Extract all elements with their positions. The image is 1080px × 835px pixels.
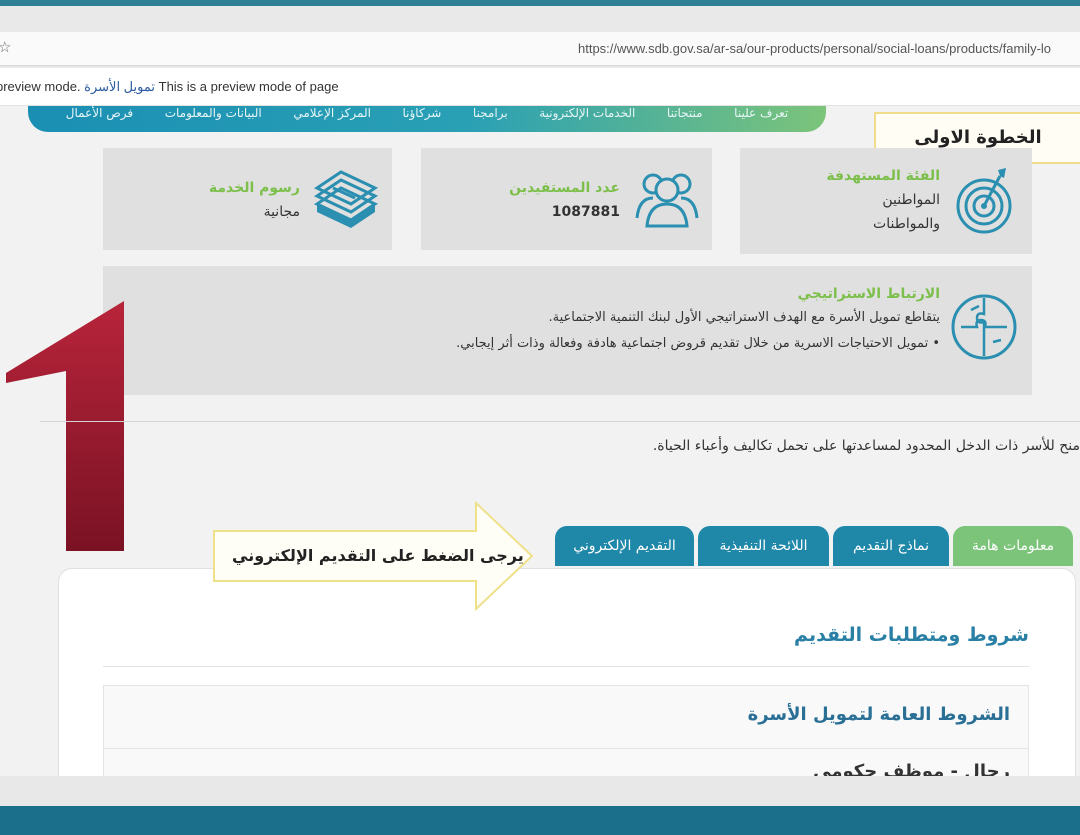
bookmark-star-icon[interactable]: ☆	[0, 38, 11, 56]
accordion-general-conditions[interactable]: الشروط العامة لتمويل الأسرة رجال - موظف …	[103, 685, 1029, 776]
big-number-one	[6, 301, 124, 551]
target-label: الفئة المستهدفة	[826, 168, 940, 184]
target-line1: المواطنين	[882, 192, 940, 208]
strategic-label: الارتباط الاستراتيجي	[797, 286, 940, 302]
target-line2: والمواطنات	[873, 216, 940, 232]
address-bar[interactable]: ☆ https://www.sdb.gov.sa/ar-sa/our-produ…	[0, 32, 1080, 66]
puzzle-icon	[951, 294, 1017, 360]
fees-value: مجانية	[263, 204, 300, 220]
main-navbar: تعرف علينا منتجاتنا الخدمات الإلكترونية …	[28, 106, 826, 132]
target-icon	[956, 168, 1012, 234]
nav-item-business[interactable]: فرص الأعمال	[66, 106, 133, 120]
preview-text: preview mode. تمويل الأسرة This is a pre…	[0, 79, 339, 95]
strategic-line2: • تمويل الاحتياجات الاسرية من خلال تقديم…	[456, 336, 940, 351]
card-strategic-alignment: الارتباط الاستراتيجي يتقاطع تمويل الأسرة…	[103, 266, 1032, 395]
tab-executive-regulations[interactable]: اللائحة التنفيذية	[698, 526, 829, 566]
preview-prefix: preview mode.	[0, 79, 81, 94]
callout-text: يرجى الضغط على التقديم الإلكتروني	[232, 546, 524, 565]
browser-window: ☆ https://www.sdb.gov.sa/ar-sa/our-produ…	[0, 6, 1080, 776]
preview-banner: preview mode. تمويل الأسرة This is a pre…	[0, 68, 1080, 106]
accordion-title[interactable]: الشروط العامة لتمويل الأسرة	[748, 704, 1010, 725]
section-divider	[40, 421, 1080, 422]
nav-item-data[interactable]: البيانات والمعلومات	[165, 106, 262, 120]
money-icon	[313, 170, 379, 228]
tab-e-application[interactable]: التقديم الإلكتروني	[555, 526, 694, 566]
nav-item-media[interactable]: المركز الإعلامي	[293, 106, 371, 120]
accordion-subitem[interactable]: رجال - موظف حكومي	[813, 761, 1010, 776]
beneficiaries-value: 1087881	[551, 204, 620, 220]
tab-important-info[interactable]: معلومات هامة	[953, 526, 1073, 566]
content-divider	[103, 666, 1029, 667]
card-target-group: الفئة المستهدفة المواطنين والمواطنات	[740, 148, 1032, 254]
intro-text: منح للأسر ذات الدخل المحدود لمساعدتها عل…	[652, 438, 1080, 454]
nav-items: تعرف علينا منتجاتنا الخدمات الإلكترونية …	[28, 106, 826, 120]
preview-suffix: This is a preview mode of page	[158, 79, 339, 94]
nav-item-about[interactable]: تعرف علينا	[734, 106, 788, 120]
strategic-line1: يتقاطع تمويل الأسرة مع الهدف الاستراتيجي…	[548, 310, 940, 325]
beneficiaries-label: عدد المستفيدين	[509, 180, 620, 196]
url-text[interactable]: https://www.sdb.gov.sa/ar-sa/our-product…	[578, 41, 1051, 56]
nav-item-products[interactable]: منتجاتنا	[667, 106, 703, 120]
content-panel: شروط ومتطلبات التقديم الشروط العامة لتمو…	[58, 568, 1076, 776]
section-title: شروط ومتطلبات التقديم	[794, 624, 1029, 646]
bottom-band	[0, 776, 1080, 835]
nav-item-programs[interactable]: برامجنا	[473, 106, 508, 120]
preview-page-name: تمويل الأسرة	[84, 79, 155, 94]
page-content: تعرف علينا منتجاتنا الخدمات الإلكترونية …	[0, 106, 1080, 776]
accordion-separator	[104, 748, 1028, 749]
tab-application-forms[interactable]: نماذج التقديم	[833, 526, 949, 566]
card-beneficiaries: عدد المستفيدين 1087881	[421, 148, 712, 250]
nav-item-partners[interactable]: شركاؤنا	[403, 106, 442, 120]
nav-item-eservices[interactable]: الخدمات الإلكترونية	[539, 106, 635, 120]
people-icon	[635, 173, 699, 228]
card-service-fees: رسوم الخدمة مجانية	[103, 148, 392, 250]
fees-label: رسوم الخدمة	[208, 180, 300, 196]
